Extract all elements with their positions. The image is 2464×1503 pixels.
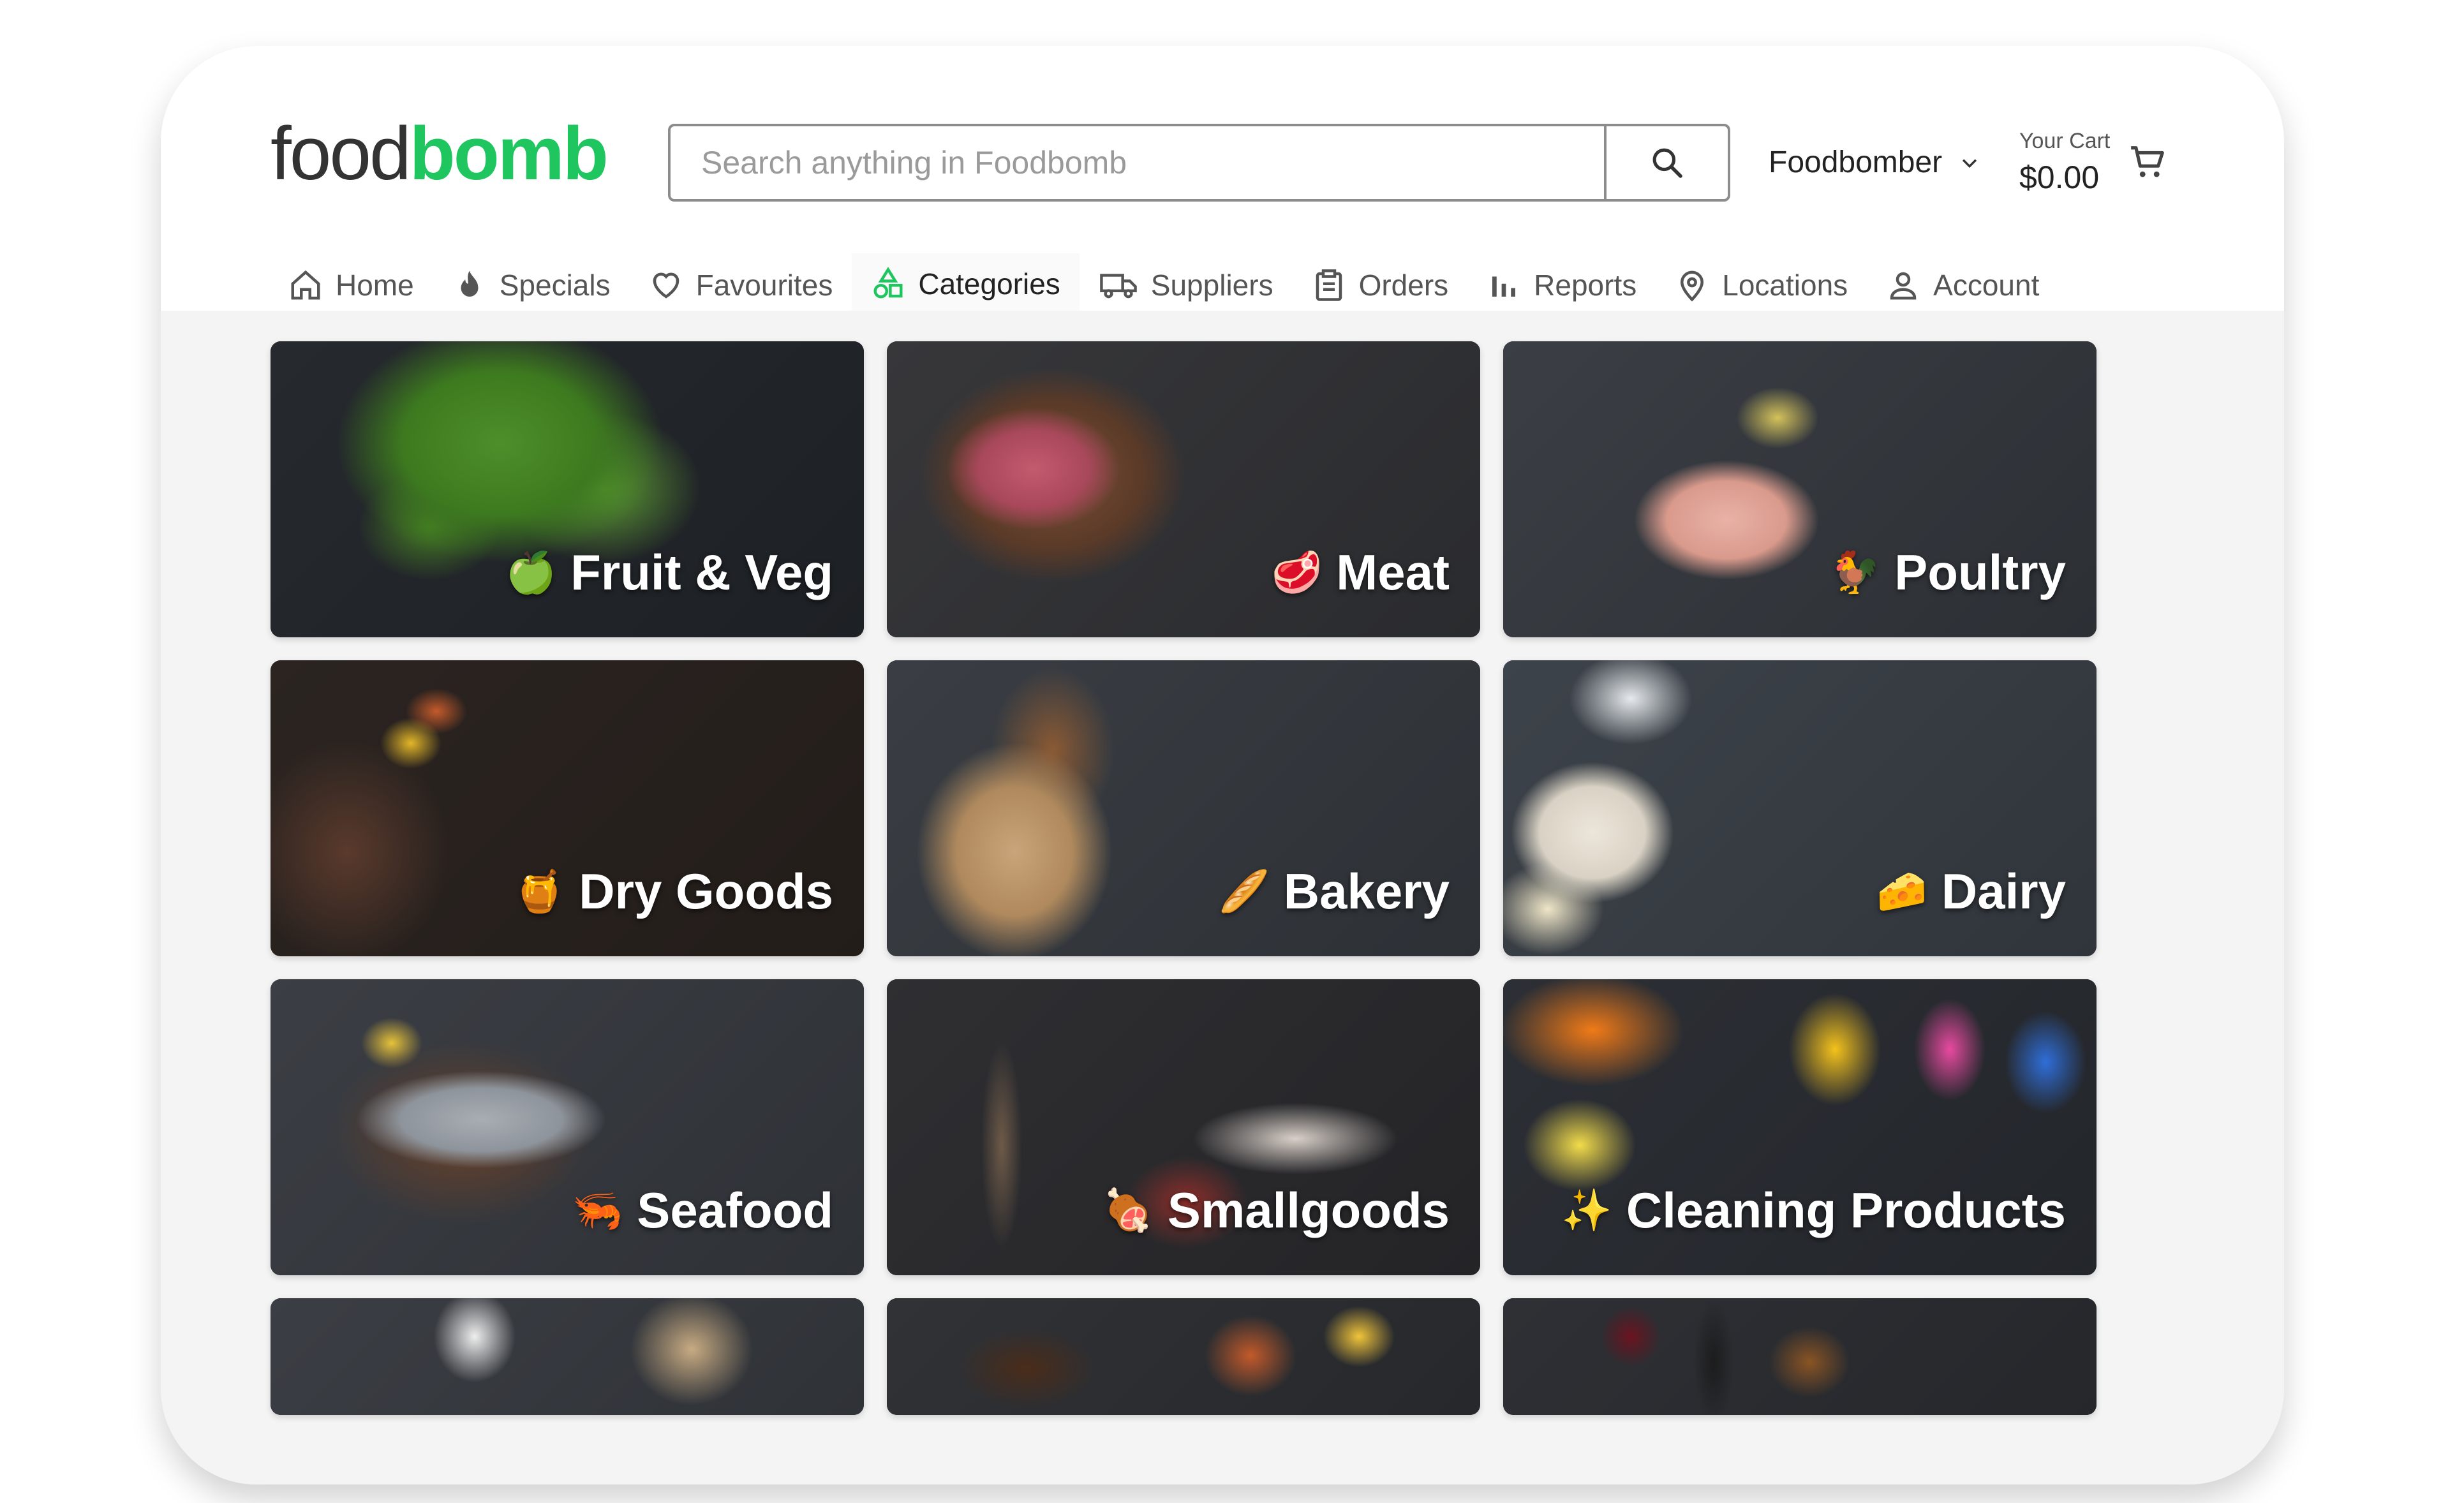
tile-label: 🐓 Poultry <box>1830 544 2066 602</box>
chevron-down-icon <box>1963 159 1977 168</box>
tile-label: 🥖 Bakery <box>1219 863 1450 921</box>
search-icon <box>1652 148 1682 178</box>
rooster-icon: 🐓 <box>1829 549 1881 596</box>
tile-title: Fruit & Veg <box>570 544 833 600</box>
nav-specials[interactable]: Specials <box>433 253 630 317</box>
category-tile-partial-2[interactable] <box>887 1298 1480 1415</box>
tile-label: 🦐 Seafood <box>572 1181 833 1240</box>
categories-content: 🍏 Fruit & Veg 🥩 Meat 🐓 Poultry 🍯 Dry Goo… <box>161 311 2284 1484</box>
nav-categories[interactable]: Categories <box>852 253 1080 317</box>
tile-label: 🍏 Fruit & Veg <box>506 544 833 602</box>
nav-categories-label: Categories <box>918 267 1060 300</box>
bar-chart-icon <box>1492 276 1516 297</box>
cart-total: $0.00 <box>2019 159 2100 195</box>
tile-title: Bakery <box>1283 863 1450 919</box>
nav-locations[interactable]: Locations <box>1656 253 1867 317</box>
category-tile-cleaning-products[interactable]: ✨ Cleaning Products <box>1503 979 2097 1275</box>
cart-label: Your Cart <box>2019 129 2111 153</box>
honey-pot-icon: 🍯 <box>514 868 565 915</box>
nav-specials-label: Specials <box>499 269 611 302</box>
home-icon <box>291 270 320 300</box>
category-tile-dry-goods[interactable]: 🍯 Dry Goods <box>271 660 864 956</box>
logo-text-food: food <box>271 112 412 196</box>
category-tile-partial-1[interactable] <box>271 1298 864 1415</box>
baguette-icon: 🥖 <box>1219 868 1270 915</box>
category-tile-bakery[interactable]: 🥖 Bakery <box>887 660 1480 956</box>
truck-icon <box>1100 274 1137 299</box>
category-tile-fruit-veg[interactable]: 🍏 Fruit & Veg <box>271 341 864 637</box>
nav-orders[interactable]: Orders <box>1293 253 1468 317</box>
tile-title: Poultry <box>1894 544 2066 600</box>
tablet-frame: foodbomb Foodbomber Your Cart <box>161 46 2284 1484</box>
tile-title: Dairy <box>1941 863 2066 919</box>
nav-suppliers[interactable]: Suppliers <box>1080 253 1293 317</box>
tile-label: 🧀 Dairy <box>1876 863 2066 921</box>
tile-image-beverages <box>887 1298 1480 1415</box>
category-tile-dairy[interactable]: 🧀 Dairy <box>1503 660 2097 956</box>
meat-on-bone-icon: 🍖 <box>1102 1187 1154 1234</box>
category-tile-smallgoods[interactable]: 🍖 Smallgoods <box>887 979 1480 1275</box>
nav-home-label: Home <box>336 269 414 302</box>
user-icon <box>1890 272 1917 300</box>
header: foodbomb Foodbomber Your Cart <box>161 46 2284 317</box>
shrimp-icon: 🦐 <box>572 1187 623 1234</box>
category-tile-meat[interactable]: 🥩 Meat <box>887 341 1480 637</box>
tile-label: 🥩 Meat <box>1272 544 1450 602</box>
nav-orders-label: Orders <box>1358 269 1449 302</box>
category-tile-poultry[interactable]: 🐓 Poultry <box>1503 341 2097 637</box>
nav-account-label: Account <box>1933 269 2040 302</box>
clipboard-icon <box>1316 269 1342 301</box>
green-apple-icon: 🍏 <box>505 549 557 596</box>
sparkles-icon: ✨ <box>1561 1187 1612 1234</box>
tile-image-wine <box>1503 1298 2097 1415</box>
tile-image-coffee-cups <box>271 1298 864 1415</box>
tile-title: Cleaning Products <box>1626 1182 2066 1238</box>
search-input[interactable] <box>671 126 1604 199</box>
flame-icon <box>461 270 479 297</box>
nav-suppliers-label: Suppliers <box>1150 269 1273 302</box>
nav-home[interactable]: Home <box>269 253 433 317</box>
tile-label: 🍖 Smallgoods <box>1102 1181 1450 1240</box>
nav-locations-label: Locations <box>1722 269 1848 302</box>
user-menu-dropdown[interactable]: Foodbomber <box>1769 145 1980 180</box>
user-menu-label: Foodbomber <box>1769 145 1943 179</box>
shopping-cart-icon <box>2131 146 2164 177</box>
nav-favourites-label: Favourites <box>695 269 833 302</box>
tile-title: Dry Goods <box>579 863 833 919</box>
nav-reports[interactable]: Reports <box>1467 253 1656 317</box>
tile-label: ✨ Cleaning Products <box>1561 1181 2066 1240</box>
map-pin-icon <box>1681 270 1704 302</box>
search-bar <box>668 124 1730 202</box>
tile-title: Seafood <box>637 1182 833 1238</box>
categories-icon <box>873 267 903 299</box>
meat-icon: 🥩 <box>1271 549 1323 596</box>
category-grid: 🍏 Fruit & Veg 🥩 Meat 🐓 Poultry 🍯 Dry Goo… <box>271 341 2097 1415</box>
tile-label: 🍯 Dry Goods <box>514 863 833 921</box>
nav-favourites[interactable]: Favourites <box>630 253 852 317</box>
cart-button[interactable]: Your Cart $0.00 <box>2019 129 2164 196</box>
logo-text-bomb: bomb <box>409 112 609 196</box>
category-tile-seafood[interactable]: 🦐 Seafood <box>271 979 864 1275</box>
tile-title: Smallgoods <box>1167 1182 1450 1238</box>
category-tile-partial-3[interactable] <box>1503 1298 2097 1415</box>
app-screen: foodbomb Foodbomber Your Cart <box>161 46 2284 1484</box>
cheese-icon: 🧀 <box>1876 868 1927 915</box>
nav-account[interactable]: Account <box>1867 253 2058 317</box>
heart-icon <box>653 272 679 299</box>
nav-reports-label: Reports <box>1534 269 1637 302</box>
foodbomb-logo[interactable]: foodbomb <box>271 116 609 191</box>
main-nav: Home Specials Favourites Categories Supp… <box>269 253 2058 317</box>
search-button[interactable] <box>1604 126 1728 199</box>
tile-title: Meat <box>1336 544 1450 600</box>
